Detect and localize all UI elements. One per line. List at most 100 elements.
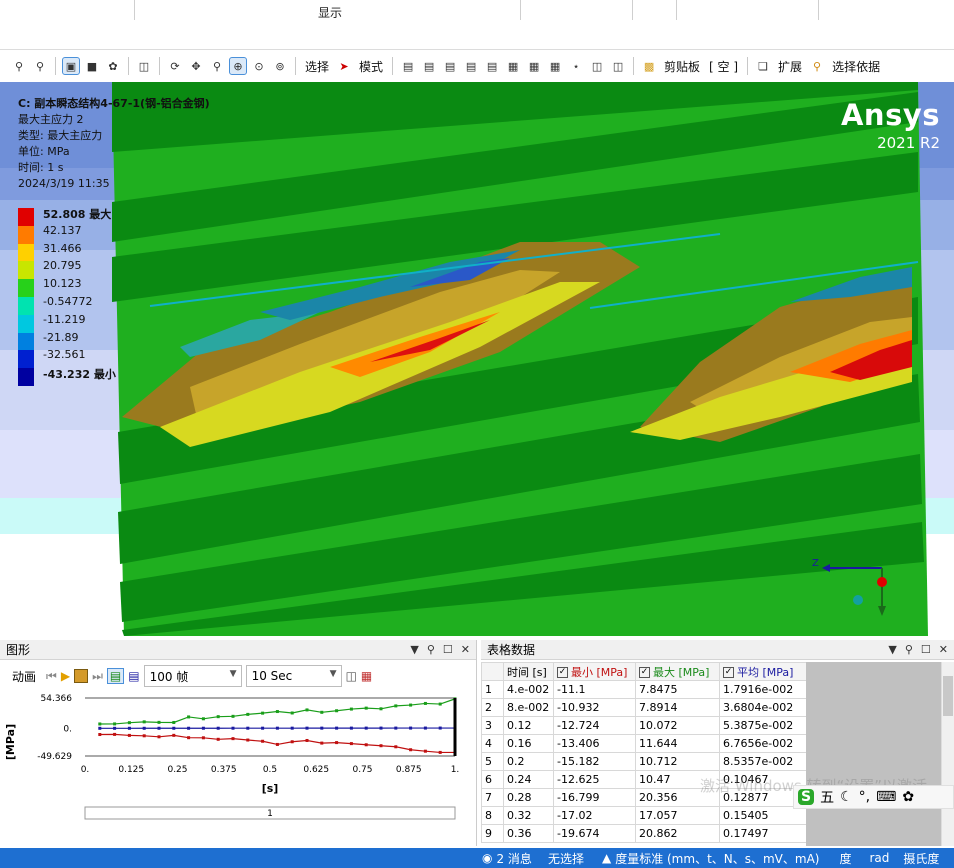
box-zoom-icon[interactable]: ⊕ bbox=[229, 57, 247, 75]
shaded-view-icon[interactable]: ■ bbox=[83, 57, 101, 75]
coordinates-icon[interactable]: ⋆ bbox=[567, 57, 585, 75]
distributed-frames-icon[interactable]: ▤ bbox=[106, 668, 125, 684]
select-mesh-face-icon[interactable]: ▦ bbox=[546, 57, 564, 75]
col-header-avg[interactable]: ✓ 平均 [MPa] bbox=[719, 662, 807, 681]
stop-icon[interactable] bbox=[74, 669, 89, 683]
series-point bbox=[335, 726, 339, 730]
graphics-viewport[interactable]: C: 副本瞬态结构4-67-1(钢-铝合金钢) 最大主应力 2 类型: 最大主应… bbox=[0, 82, 954, 636]
zoom-out-icon[interactable]: ⚲ bbox=[31, 57, 49, 75]
moon-icon[interactable]: ☾ bbox=[840, 789, 853, 805]
select-edge-icon[interactable]: ▤ bbox=[420, 57, 438, 75]
step-forward-icon[interactable]: ⏭ bbox=[92, 669, 103, 684]
scrollbar-thumb[interactable] bbox=[943, 676, 953, 716]
chart-xlabel: [s] bbox=[262, 782, 279, 795]
col-header-time[interactable]: 时间 [s] bbox=[503, 662, 554, 681]
close-icon[interactable]: ✕ bbox=[461, 643, 470, 656]
vertical-scrollbar[interactable] bbox=[941, 662, 954, 846]
mode-dropdown[interactable]: 模式 bbox=[356, 58, 386, 75]
ime-toolbar[interactable]: S 五 ☾ °, ⌨ ✿ bbox=[793, 785, 954, 809]
step-back-icon[interactable]: ⏮ bbox=[46, 669, 57, 684]
col-header-min[interactable]: ✓ 最小 [MPa] bbox=[553, 662, 636, 681]
maximize-icon[interactable]: ☐ bbox=[443, 643, 453, 656]
series-point bbox=[201, 726, 205, 730]
table-row[interactable]: 5 0.2 -15.182 10.712 8.5357e-002 bbox=[481, 752, 807, 771]
series-point bbox=[379, 707, 383, 711]
series-point bbox=[275, 726, 279, 730]
select-by-dropdown[interactable]: 选择依据 bbox=[829, 58, 883, 75]
clipboard-dropdown[interactable]: 剪贴板 bbox=[661, 58, 703, 75]
maximize-icon[interactable]: ☐ bbox=[921, 643, 931, 656]
select-button[interactable]: 选择 bbox=[302, 58, 332, 75]
select-node-icon[interactable]: ▦ bbox=[504, 57, 522, 75]
ribbon-group-display[interactable]: 显示 bbox=[300, 4, 360, 21]
export-video-icon[interactable]: ◫ bbox=[346, 669, 357, 683]
extend-dropdown[interactable]: 扩展 bbox=[775, 58, 805, 75]
zoom-icon[interactable]: ⚲ bbox=[208, 57, 226, 75]
status-messages[interactable]: 2 消息 bbox=[496, 850, 531, 867]
table-cell-time: 0.24 bbox=[503, 770, 554, 789]
status-angle[interactable]: 度 bbox=[839, 850, 851, 867]
magnifier-icon[interactable]: ⊚ bbox=[271, 57, 289, 75]
tools-icon[interactable]: ✿ bbox=[902, 789, 914, 805]
pin-icon[interactable]: ⚲ bbox=[427, 643, 435, 656]
solid-view-icon[interactable]: ▣ bbox=[62, 57, 80, 75]
checkbox-icon[interactable]: ✓ bbox=[723, 667, 734, 678]
triad-iso-ball[interactable] bbox=[853, 595, 863, 605]
dropdown-icon[interactable]: ▼ bbox=[888, 643, 896, 656]
legend-value: -11.219 bbox=[43, 312, 86, 326]
coordinate-triad[interactable]: Z bbox=[810, 554, 900, 624]
table-row[interactable]: 8 0.32 -17.02 17.057 0.15405 bbox=[481, 806, 807, 825]
time-history-chart[interactable]: [MPa] 54.3660.-49.629 0. 0.125 0.25 0.375 0.… bbox=[0, 694, 477, 844]
messages-icon[interactable]: ◉ bbox=[482, 851, 492, 865]
table-row[interactable]: 3 0.12 -12.724 10.072 5.3875e-002 bbox=[481, 716, 807, 735]
table-row[interactable]: 9 0.36 -19.674 20.862 0.17497 bbox=[481, 824, 807, 843]
table-row[interactable]: 4 0.16 -13.406 11.644 6.7656e-002 bbox=[481, 734, 807, 753]
copy-view-icon[interactable]: ◫ bbox=[135, 57, 153, 75]
punctuation-icon[interactable]: °, bbox=[859, 789, 870, 805]
play-icon[interactable]: ▶ bbox=[61, 669, 70, 683]
colored-view-icon[interactable]: ✿ bbox=[104, 57, 122, 75]
duration-select[interactable]: 10 Sec ▼ bbox=[245, 665, 342, 687]
annotation-icon[interactable]: ◫ bbox=[609, 57, 627, 75]
frames-value: 100 帧 bbox=[149, 669, 189, 684]
checkbox-icon[interactable]: ✓ bbox=[639, 667, 650, 678]
table-row[interactable]: 2 8.e-002 -10.932 7.8914 3.6804e-002 bbox=[481, 698, 807, 717]
close-icon[interactable]: ✕ bbox=[939, 643, 948, 656]
extend-icon[interactable]: ❏ bbox=[754, 57, 772, 75]
color-bars-icon[interactable]: ▦ bbox=[361, 669, 372, 683]
label-icon[interactable]: ◫ bbox=[588, 57, 606, 75]
rotate-icon[interactable]: ⟳ bbox=[166, 57, 184, 75]
series-point bbox=[187, 726, 191, 730]
select-vertex-icon[interactable]: ▤ bbox=[399, 57, 417, 75]
dropdown-icon[interactable]: ▼ bbox=[410, 643, 418, 656]
status-rad[interactable]: rad bbox=[870, 851, 890, 865]
triad-origin bbox=[877, 577, 887, 587]
pin-icon[interactable]: ⚲ bbox=[905, 643, 913, 656]
graphics-toolbar: ⚲ ⚲ ▣ ■ ✿ ◫ ⟳ ✥ ⚲ ⊕ ⊙ ⊚ 选择 ➤ 模式 ▤ ▤ ▤ ▤ … bbox=[0, 52, 954, 80]
cursor-icon[interactable]: ➤ bbox=[335, 57, 353, 75]
select-mesh-icon[interactable]: ▦ bbox=[525, 57, 543, 75]
series-point bbox=[305, 708, 309, 712]
col-header-max[interactable]: ✓ 最大 [MPa] bbox=[635, 662, 720, 681]
clipboard-icon[interactable]: ▩ bbox=[640, 57, 658, 75]
units-caret-icon[interactable]: ▲ bbox=[602, 851, 611, 865]
frames-select[interactable]: 100 帧 ▼ bbox=[143, 665, 242, 687]
checkbox-icon[interactable]: ✓ bbox=[557, 667, 568, 678]
location-pin-icon[interactable]: ⚲ bbox=[808, 57, 826, 75]
status-units[interactable]: 度量标准 (mm、t、N、s、mV、mA) bbox=[615, 850, 819, 867]
result-sets-icon[interactable]: ▤ bbox=[128, 669, 139, 683]
zoom-in-icon[interactable]: ⚲ bbox=[10, 57, 28, 75]
ime-mode[interactable]: 五 bbox=[820, 787, 834, 807]
status-temp[interactable]: 摄氏度 bbox=[903, 850, 939, 867]
table-cell-max: 7.8475 bbox=[635, 680, 720, 699]
ime-logo-icon[interactable]: S bbox=[798, 789, 815, 805]
status-bar: ◉ 2 消息 无选择 ▲ 度量标准 (mm、t、N、s、mV、mA) 度 rad… bbox=[0, 848, 954, 868]
pan-icon[interactable]: ✥ bbox=[187, 57, 205, 75]
select-element-icon[interactable]: ▤ bbox=[483, 57, 501, 75]
select-face-icon[interactable]: ▤ bbox=[441, 57, 459, 75]
table-cell-time: 0.2 bbox=[503, 752, 554, 771]
keyboard-icon[interactable]: ⌨ bbox=[876, 789, 896, 805]
zoom-fit-icon[interactable]: ⊙ bbox=[250, 57, 268, 75]
select-body-icon[interactable]: ▤ bbox=[462, 57, 480, 75]
table-row[interactable]: 1 4.e-002 -11.1 7.8475 1.7916e-002 bbox=[481, 680, 807, 699]
